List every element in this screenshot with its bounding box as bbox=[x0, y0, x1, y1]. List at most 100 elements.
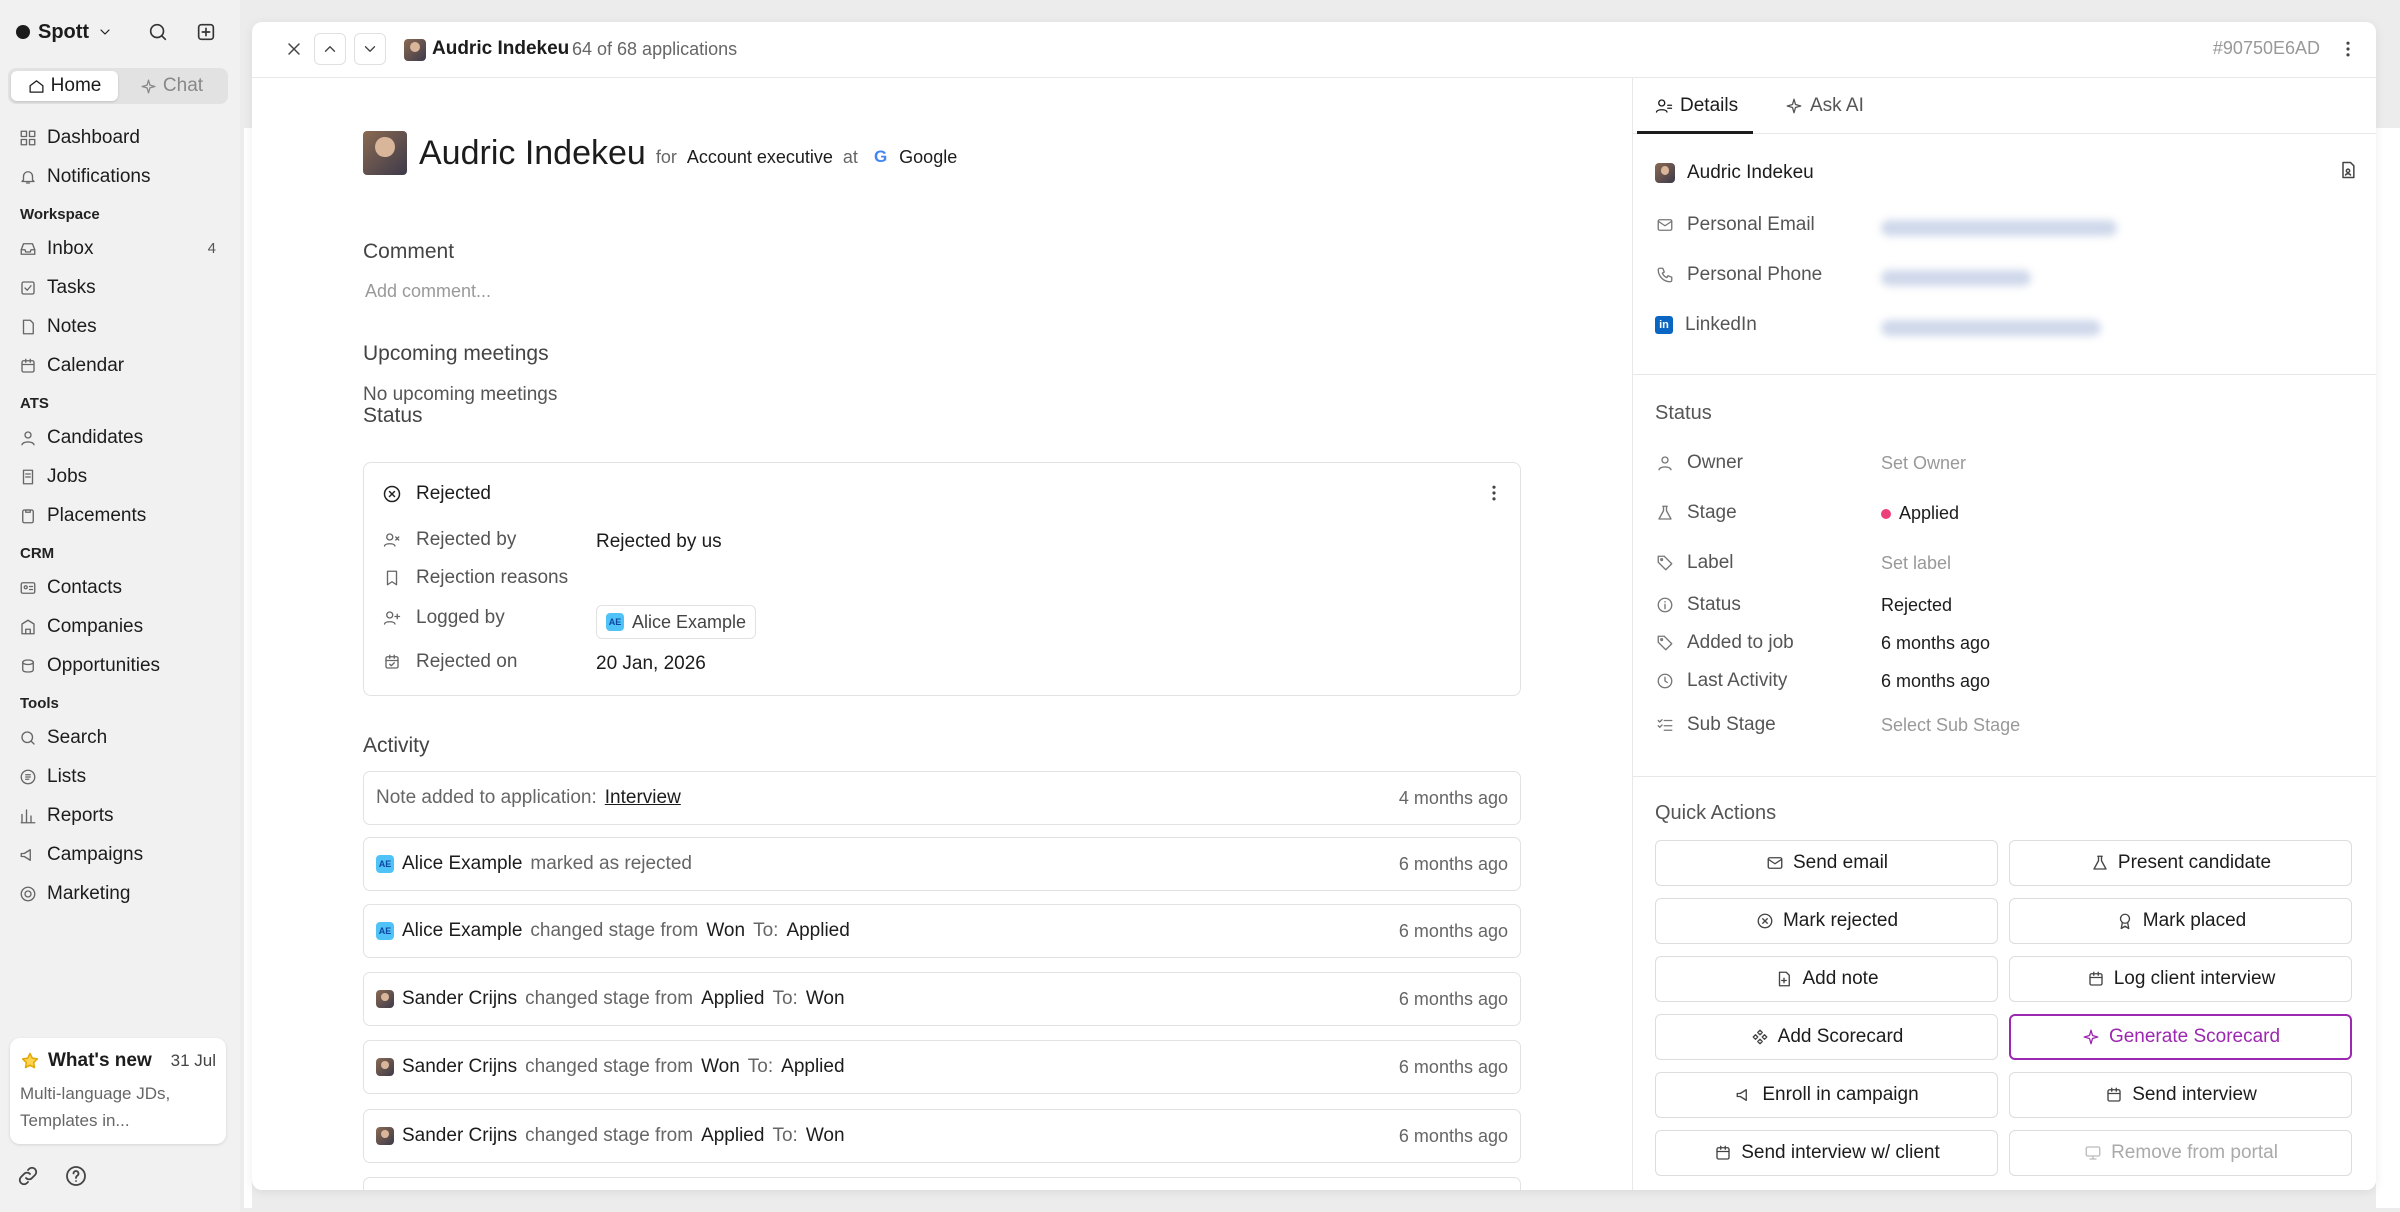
generate-scorecard-button[interactable]: Generate Scorecard bbox=[2009, 1014, 2352, 1060]
inbox-count-badge: 4 bbox=[207, 240, 216, 257]
sidebar-item-lists[interactable]: Lists bbox=[0, 757, 240, 796]
tab-chat[interactable]: Chat bbox=[118, 71, 225, 101]
company-link[interactable]: Google bbox=[899, 147, 957, 168]
tab-ask-ai[interactable]: Ask AI bbox=[1785, 95, 1864, 117]
activity-item bbox=[363, 1177, 1521, 1190]
calendar-icon bbox=[1713, 1143, 1733, 1163]
email-value-redacted[interactable] bbox=[1881, 220, 2117, 236]
activity-text: changed stage from bbox=[530, 920, 699, 941]
comment-input[interactable]: Add comment... bbox=[365, 281, 491, 302]
activity-user[interactable]: Sander Crijns bbox=[402, 988, 517, 1010]
stage-to: Won bbox=[805, 988, 845, 1009]
linkedin-icon: in bbox=[1655, 316, 1673, 334]
resume-button[interactable] bbox=[2332, 154, 2364, 186]
linkedin-label: LinkedIn bbox=[1685, 314, 1757, 335]
send-interview-button[interactable]: Send interview bbox=[2009, 1072, 2352, 1118]
target-icon bbox=[19, 885, 37, 903]
owner-select[interactable]: Set Owner bbox=[1881, 453, 1966, 474]
calendar-icon bbox=[19, 357, 37, 375]
tab-home[interactable]: Home bbox=[11, 71, 118, 101]
sparkle-icon bbox=[1785, 97, 1803, 115]
sub-stage-select[interactable]: Select Sub Stage bbox=[1881, 715, 2020, 736]
sidebar-item-jobs[interactable]: Jobs bbox=[0, 457, 240, 496]
to-label: To: bbox=[772, 1125, 798, 1146]
activity-item: Note added to application: Interview 4 m… bbox=[363, 771, 1521, 825]
activity-user[interactable]: Alice Example bbox=[402, 853, 522, 875]
status-section-title: Status bbox=[1655, 402, 1712, 424]
avatar bbox=[376, 1058, 394, 1076]
send-interview-client-button[interactable]: Send interview w/ client bbox=[1655, 1130, 1998, 1176]
monitor-icon bbox=[2083, 1143, 2103, 1163]
previous-button[interactable] bbox=[314, 33, 346, 65]
calendar-check-icon bbox=[382, 652, 402, 672]
help-button[interactable] bbox=[64, 1164, 94, 1194]
sub-stage-row: Sub Stage bbox=[1655, 714, 1776, 736]
generate-scorecard-label: Generate Scorecard bbox=[2108, 1026, 2281, 1047]
close-button[interactable] bbox=[278, 33, 310, 65]
logged-by-row: Logged by bbox=[382, 607, 505, 629]
sidebar-item-opportunities[interactable]: Opportunities bbox=[0, 646, 240, 685]
activity-user[interactable]: Sander Crijns bbox=[402, 1056, 517, 1078]
sidebar-item-reports[interactable]: Reports bbox=[0, 796, 240, 835]
logged-by-chip[interactable]: AE Alice Example bbox=[596, 605, 757, 639]
remove-from-portal-button[interactable]: Remove from portal bbox=[2009, 1130, 2352, 1176]
email-label: Personal Email bbox=[1687, 214, 1815, 235]
person-icon bbox=[19, 429, 37, 447]
calendar-icon bbox=[2086, 969, 2106, 989]
stage-select[interactable]: Applied bbox=[1881, 503, 1959, 524]
sidebar-item-companies[interactable]: Companies bbox=[0, 607, 240, 646]
linkedin-value-redacted[interactable] bbox=[1881, 320, 2101, 336]
close-icon bbox=[284, 39, 304, 59]
add-note-button[interactable]: Add note bbox=[1655, 956, 1998, 1002]
sidebar-item-inbox[interactable]: Inbox 4 bbox=[0, 229, 240, 268]
present-candidate-button[interactable]: Present candidate bbox=[2009, 840, 2352, 886]
sidebar-item-search[interactable]: Search bbox=[0, 718, 240, 757]
stage-label: Stage bbox=[1687, 502, 1737, 523]
add-scorecard-button[interactable]: Add Scorecard bbox=[1655, 1014, 1998, 1060]
divider bbox=[1633, 776, 2376, 777]
activity-user[interactable]: Sander Crijns bbox=[402, 1125, 517, 1147]
sidebar-item-calendar[interactable]: Calendar bbox=[0, 346, 240, 385]
activity-time: 6 months ago bbox=[1398, 988, 1508, 1009]
send-email-button[interactable]: Send email bbox=[1655, 840, 1998, 886]
bookmark-icon bbox=[382, 568, 402, 588]
sidebar-item-campaigns[interactable]: Campaigns bbox=[0, 835, 240, 874]
background-page bbox=[244, 128, 252, 1208]
calendar-icon bbox=[2104, 1085, 2124, 1105]
new-item-button[interactable] bbox=[188, 14, 224, 50]
candidate-row[interactable]: Audric Indekeu bbox=[1655, 162, 1814, 184]
clipboard-icon bbox=[19, 507, 37, 525]
activity-user[interactable]: Alice Example bbox=[402, 920, 522, 942]
log-client-interview-button[interactable]: Log client interview bbox=[2009, 956, 2352, 1002]
sidebar-item-placements[interactable]: Placements bbox=[0, 496, 240, 535]
rejection-menu-button[interactable] bbox=[1478, 477, 1510, 509]
sidebar-item-notifications[interactable]: Notifications bbox=[0, 157, 240, 196]
next-button[interactable] bbox=[354, 33, 386, 65]
search-button[interactable] bbox=[140, 14, 176, 50]
activity-link[interactable]: Interview bbox=[605, 787, 681, 809]
tab-details[interactable]: Details bbox=[1655, 95, 1738, 117]
avatar bbox=[376, 1127, 394, 1145]
sidebar-item-tasks[interactable]: Tasks bbox=[0, 268, 240, 307]
sidebar-item-dashboard[interactable]: Dashboard bbox=[0, 118, 240, 157]
tab-home-label: Home bbox=[50, 75, 102, 96]
label-select[interactable]: Set label bbox=[1881, 553, 1951, 574]
mark-placed-button[interactable]: Mark placed bbox=[2009, 898, 2352, 944]
mark-rejected-button[interactable]: Mark rejected bbox=[1655, 898, 1998, 944]
sidebar-item-marketing[interactable]: Marketing bbox=[0, 874, 240, 913]
sidebar-item-candidates[interactable]: Candidates bbox=[0, 418, 240, 457]
workspace-switcher[interactable]: Spott bbox=[16, 16, 113, 48]
whats-new-card[interactable]: What's new 31 Jul Multi-language JDs, Te… bbox=[10, 1038, 226, 1144]
sidebar-item-notes[interactable]: Notes bbox=[0, 307, 240, 346]
enroll-campaign-button[interactable]: Enroll in campaign bbox=[1655, 1072, 1998, 1118]
link-button[interactable] bbox=[16, 1164, 46, 1194]
modal-header: Audric Indekeu 64 of 68 applications #90… bbox=[252, 22, 2376, 78]
sidebar-item-label: Calendar bbox=[47, 354, 125, 376]
job-link[interactable]: Account executive bbox=[687, 147, 833, 168]
rejection-reasons-row[interactable]: Rejection reasons bbox=[382, 567, 568, 589]
sidebar-item-contacts[interactable]: Contacts bbox=[0, 568, 240, 607]
sidebar-item-label: Dashboard bbox=[47, 126, 140, 148]
added-label: Added to job bbox=[1687, 632, 1794, 653]
phone-value-redacted[interactable] bbox=[1881, 270, 2031, 286]
more-options-button[interactable] bbox=[2332, 33, 2364, 65]
